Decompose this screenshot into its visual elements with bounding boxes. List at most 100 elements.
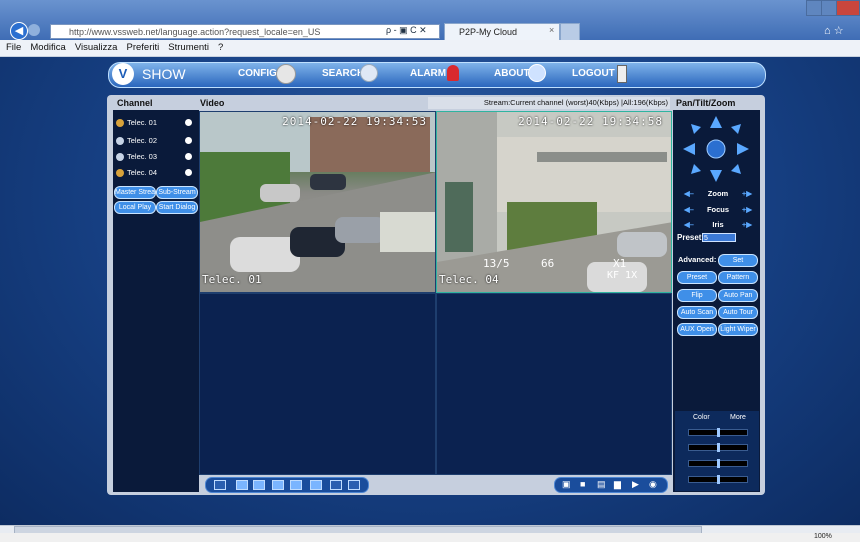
channel-label: Telec. 04 — [127, 168, 158, 177]
about-info-icon — [528, 64, 546, 82]
camera-icon — [116, 153, 124, 161]
layout-25-icon[interactable] — [348, 480, 360, 490]
status-bar — [0, 533, 860, 542]
menu-visualizza[interactable]: Visualizza — [75, 40, 118, 56]
nav-about[interactable]: ABOUT — [494, 68, 530, 79]
layout-4-icon[interactable] — [253, 480, 265, 490]
preset-label: Preset: — [677, 233, 705, 242]
layout-6-icon[interactable] — [272, 480, 284, 490]
menu-file[interactable]: File — [6, 40, 21, 56]
hue-slider[interactable] — [688, 475, 748, 484]
stream-info: Stream:Current channel (worst)40(Kbps) |… — [428, 97, 670, 109]
search-magnifier-icon — [360, 64, 378, 82]
camera-2-timestamp: 2014-02-22 19:34:58 — [518, 115, 663, 128]
focus-plus-icon[interactable]: +▶ — [742, 205, 752, 215]
pattern-button[interactable]: Pattern — [718, 271, 758, 284]
contrast-slider[interactable] — [688, 443, 748, 452]
camera-1-scene — [200, 112, 435, 292]
camera-view-2[interactable]: 2014-02-22 19:34:58 13/5 66 X1 KF 1X Tel… — [436, 111, 672, 293]
nav-alarm[interactable]: ALARM — [410, 68, 446, 79]
tab-close-icon[interactable]: × — [549, 25, 554, 35]
channel-header: Channel — [117, 98, 153, 108]
minimize-button[interactable] — [806, 0, 822, 16]
address-bar[interactable]: http://www.vssweb.net/language.action?re… — [50, 24, 440, 39]
sub-stream-button[interactable]: Sub-Stream — [156, 186, 198, 199]
slider-knob[interactable] — [717, 459, 720, 468]
camera-view-1[interactable]: 2014-02-22 19:34:53 Telec. 01 — [199, 111, 436, 293]
ptz-direction-pad[interactable] — [681, 114, 751, 184]
slider-knob[interactable] — [717, 443, 720, 452]
auto-scan-button[interactable]: Auto Scan — [677, 306, 717, 319]
record-icon[interactable]: ■ — [580, 479, 585, 489]
menu-help[interactable]: ? — [218, 40, 223, 56]
maximize-button[interactable] — [821, 0, 837, 16]
nav-logout[interactable]: LOGOUT — [572, 68, 615, 79]
zoom-level[interactable]: 100% — [814, 533, 832, 540]
play-icon[interactable] — [185, 153, 192, 160]
channel-item[interactable]: Telec. 01 — [116, 117, 196, 129]
brightness-slider[interactable] — [688, 428, 748, 437]
zoom-in-icon[interactable]: +▶ — [742, 189, 752, 199]
aux-open-button[interactable]: AUX Open — [677, 323, 717, 336]
master-stream-button[interactable]: Master Stream — [114, 186, 156, 199]
camera-1-name: Telec. 01 — [202, 273, 262, 286]
close-window-button[interactable] — [836, 0, 860, 16]
zoom-control: ◀– Zoom +▶ — [680, 189, 756, 199]
preset-input[interactable]: 5 — [702, 233, 736, 242]
camera-icon — [116, 137, 124, 145]
channel-item[interactable]: Telec. 04 — [116, 167, 196, 179]
logo-text: SHOW — [142, 66, 186, 82]
start-dialog-button[interactable]: Start Dialog — [156, 201, 198, 214]
browser-tab[interactable]: P2P-My Cloud — [444, 23, 560, 40]
back-arrow-icon[interactable]: ◀ — [10, 22, 28, 40]
focus-control: ◀– Focus +▶ — [680, 205, 756, 215]
camera-view-3[interactable] — [199, 293, 436, 475]
volume-icon[interactable]: ▶ — [632, 479, 639, 490]
layout-16-icon[interactable] — [330, 480, 342, 490]
auto-tour-button[interactable]: Auto Tour — [718, 306, 758, 319]
play-icon[interactable] — [185, 119, 192, 126]
new-tab-button[interactable] — [560, 23, 580, 41]
nav-config[interactable]: CONFIG — [238, 68, 277, 79]
channel-label: Telec. 01 — [127, 118, 158, 127]
channel-item[interactable]: Telec. 03 — [116, 151, 196, 163]
menu-strumenti[interactable]: Strumenti — [168, 40, 209, 56]
light-wiper-button[interactable]: Light Wiper — [718, 323, 758, 336]
camera-2-overlay-2: 66 — [541, 257, 555, 270]
slider-knob[interactable] — [717, 428, 720, 437]
zoom-out-icon[interactable]: ◀– — [684, 189, 694, 199]
tab-more[interactable]: More — [730, 414, 746, 421]
set-button[interactable]: Set — [718, 254, 758, 267]
focus-minus-icon[interactable]: ◀– — [684, 205, 694, 215]
home-star-icon[interactable]: ⌂ ☆ — [824, 24, 844, 37]
camera-view-4[interactable] — [436, 293, 672, 475]
layout-1-icon[interactable] — [236, 480, 248, 490]
settings-icon[interactable]: ◉ — [649, 479, 657, 490]
menu-preferiti[interactable]: Preferiti — [126, 40, 159, 56]
layout-toolbar — [205, 477, 369, 493]
menu-modifica[interactable]: Modifica — [30, 40, 65, 56]
local-play-button[interactable]: Local Play — [114, 201, 156, 214]
playback-icon[interactable]: ▤ — [597, 479, 606, 490]
slider-knob[interactable] — [717, 475, 720, 484]
ptz-header: Pan/Tilt/Zoom — [676, 98, 736, 108]
snapshot-icon[interactable]: ▣ — [562, 479, 571, 490]
layout-8-icon[interactable] — [290, 480, 302, 490]
camera-icon[interactable]: ▆ — [614, 479, 621, 490]
play-icon[interactable] — [185, 169, 192, 176]
play-icon[interactable] — [185, 137, 192, 144]
auto-pan-button[interactable]: Auto Pan — [718, 289, 758, 302]
channel-item[interactable]: Telec. 02 — [116, 135, 196, 147]
address-bar-icons[interactable]: ρ - ▣ C ✕ — [386, 25, 427, 36]
preset-button[interactable]: Preset — [677, 271, 717, 284]
saturation-slider[interactable] — [688, 459, 748, 468]
iris-plus-icon[interactable]: +▶ — [742, 220, 752, 230]
nav-search[interactable]: SEARCH — [322, 68, 364, 79]
iris-minus-icon[interactable]: ◀– — [684, 220, 694, 230]
layout-9-icon[interactable] — [310, 480, 322, 490]
fullscreen-icon[interactable] — [214, 480, 226, 490]
flip-button[interactable]: Flip — [677, 289, 717, 302]
iris-control: ◀– Iris +▶ — [680, 220, 756, 230]
forward-arrow-icon[interactable] — [28, 24, 40, 36]
tab-color[interactable]: Color — [693, 414, 710, 421]
